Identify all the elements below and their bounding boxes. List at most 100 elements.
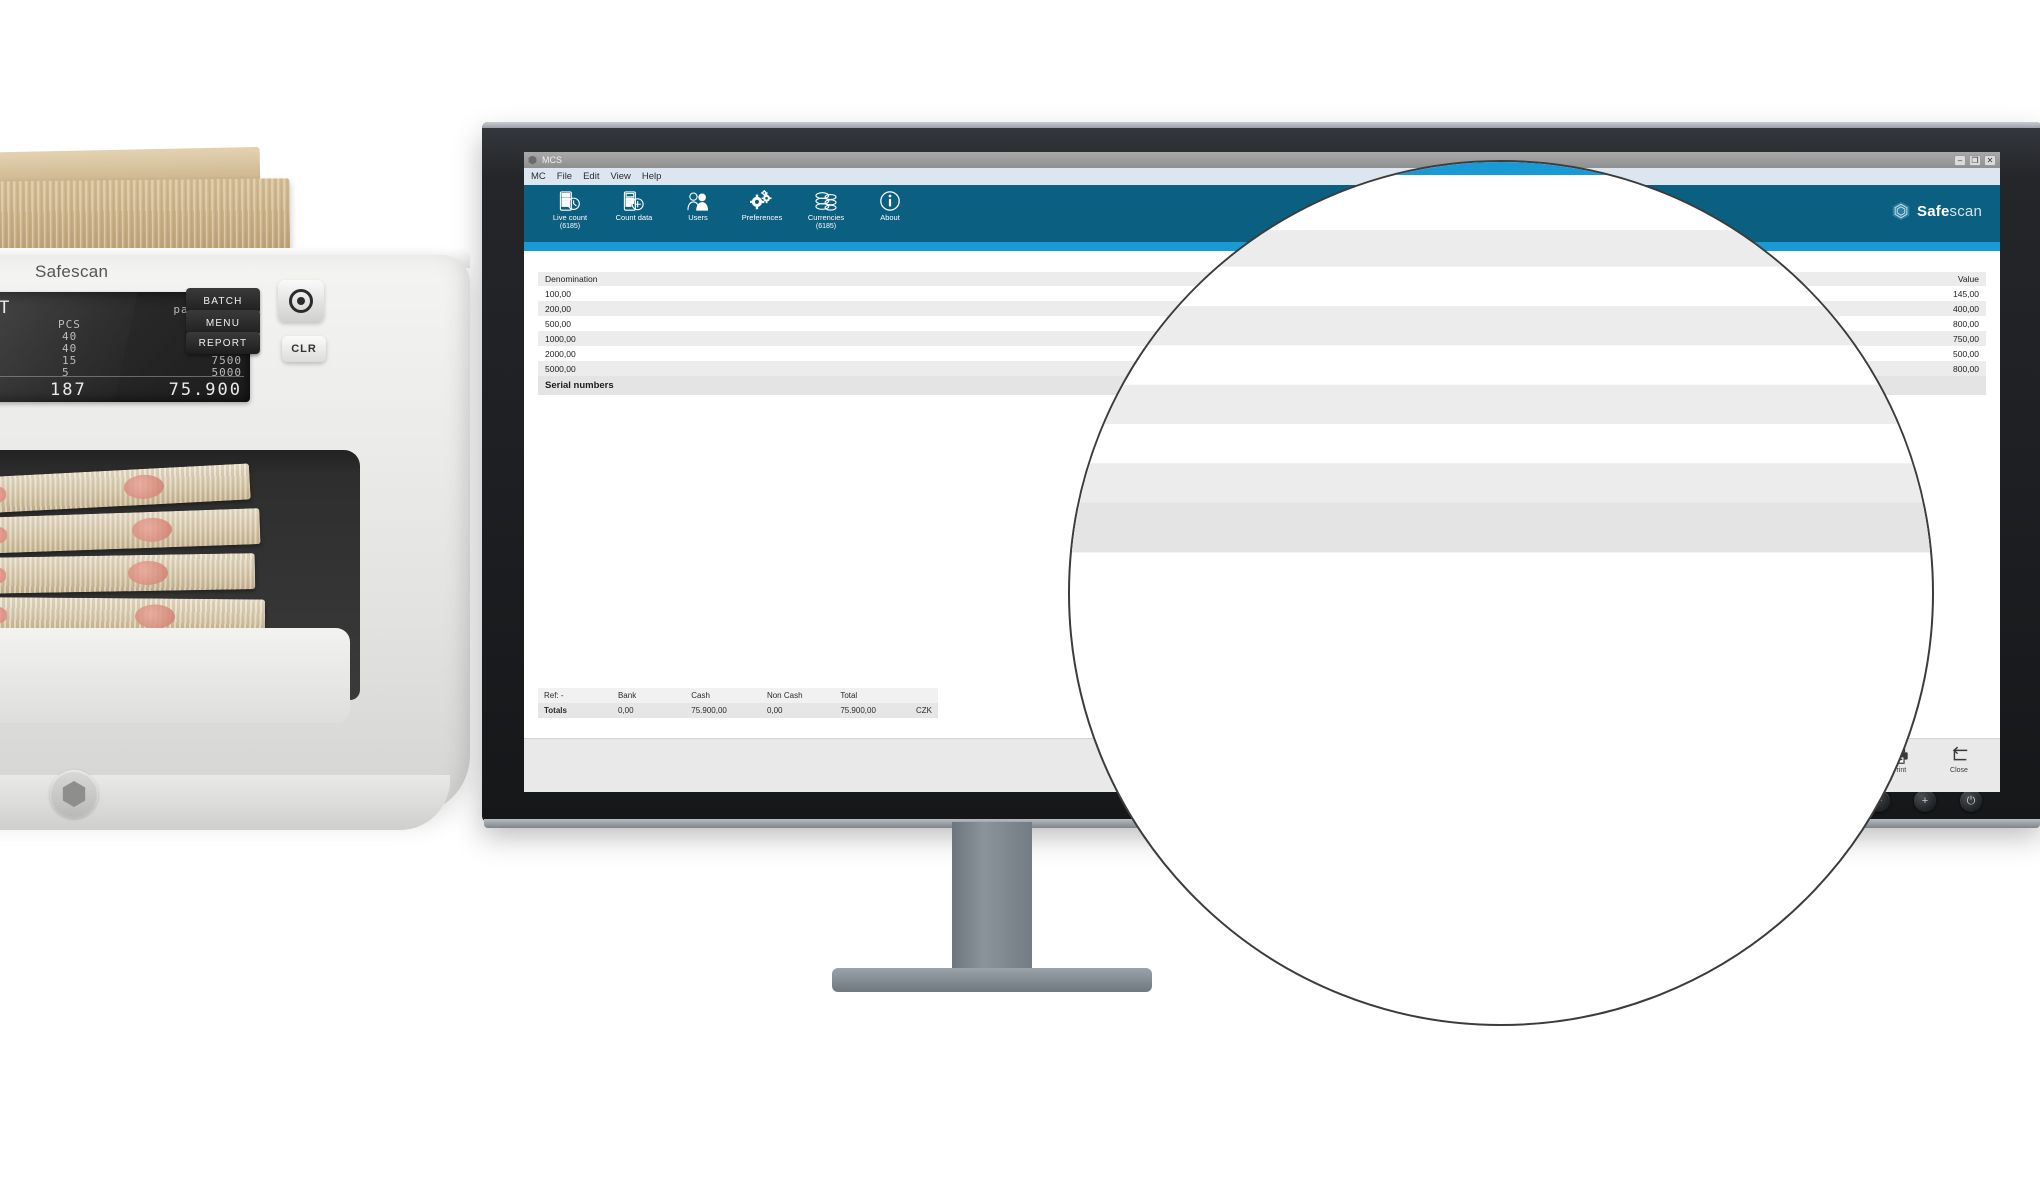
lcd-row-pcs-2: 15 bbox=[62, 354, 78, 367]
cell-denomination: 1000,00 bbox=[1070, 384, 1932, 424]
machine-hex-logo-icon bbox=[50, 770, 98, 818]
currencies-coins-icon bbox=[814, 190, 838, 212]
menu-item-view[interactable]: View bbox=[610, 171, 630, 182]
lcd-row-pcs-1: 40 bbox=[62, 342, 78, 355]
machine-brand-bold: Safe bbox=[35, 262, 72, 281]
monitor-stand-neck bbox=[952, 822, 1032, 972]
ribbon-label-currencies: Currencies bbox=[807, 213, 845, 222]
window-controls[interactable]: – ❐ ✕ bbox=[1954, 154, 1996, 166]
mag-banknotes-table: Banknotes 133 75.900 Denomination Quanti… bbox=[1070, 185, 1932, 553]
machine-brand-logo: Safescan bbox=[35, 262, 108, 282]
table-row[interactable]: 100,00 29 145,00 bbox=[1070, 266, 1932, 307]
monitor-top-edge bbox=[482, 122, 2040, 128]
ribbon-sub-live-count: (6185) bbox=[559, 223, 581, 230]
table-row[interactable]: 2000,00 5 500,00 bbox=[1070, 424, 1932, 464]
table-row[interactable]: 500,00 40 800,00 bbox=[1070, 345, 1932, 385]
preferences-gears-icon bbox=[750, 190, 774, 212]
mag-main-content: Banknotes 133 75.900 Denomination Quanti… bbox=[1070, 175, 1932, 553]
banknote-stack bbox=[0, 553, 256, 595]
totals-total-value: 75.900,00 bbox=[834, 703, 910, 718]
close-label: Close bbox=[1950, 767, 1968, 774]
totals-panel: Ref: - Bank Cash Non Cash Total Totals 0… bbox=[538, 688, 938, 718]
count-data-icon bbox=[623, 190, 645, 212]
cell-denomination: 500,00 bbox=[1070, 345, 1932, 385]
window-title: MCS bbox=[542, 155, 562, 165]
menu-item-mc[interactable]: MC bbox=[531, 171, 546, 182]
table-row[interactable]: 5000,00 4 800,00 bbox=[1070, 463, 1932, 503]
totals-values-row: Totals 0,00 75.900,00 0,00 75.900,00 CZK bbox=[538, 703, 938, 718]
live-count-icon bbox=[559, 190, 581, 212]
lcd-total-value: 75.900 bbox=[168, 380, 242, 400]
ribbon-button-preferences[interactable]: Preferences bbox=[730, 190, 794, 223]
menu-item-edit[interactable]: Edit bbox=[583, 171, 599, 182]
close-button-action[interactable]: Close bbox=[1940, 744, 1978, 774]
cell-denomination: 5000,00 bbox=[1070, 463, 1932, 503]
ribbon-label-count-data: Count data bbox=[615, 213, 653, 222]
totals-bank-value: 0,00 bbox=[611, 703, 686, 718]
app-hex-logo-icon bbox=[528, 155, 537, 165]
machine-front-tray bbox=[0, 628, 350, 723]
lcd-total-pcs: 187 bbox=[50, 380, 87, 400]
lcd-row-pcs-0: 40 bbox=[62, 330, 78, 343]
table-row[interactable]: 200,00 40 400,00 bbox=[1070, 306, 1932, 346]
mag-serial-numbers-section[interactable]: Serial numbers bbox=[1070, 502, 1932, 553]
ribbon-label-live-count: Live count bbox=[552, 213, 588, 222]
totals-ref-label: Ref: - bbox=[538, 688, 612, 703]
mag-banknotes-column-headers: Denomination Quantity Value bbox=[1070, 230, 1932, 267]
machine-clr-button[interactable]: CLR bbox=[282, 336, 326, 362]
ribbon-button-about[interactable]: About bbox=[858, 190, 922, 223]
screenshot-stage: Safescan REPORT page: 2/2 DEN PCS VALUE … bbox=[0, 0, 2040, 1200]
users-icon bbox=[686, 190, 710, 212]
lcd-report-title: REPORT bbox=[0, 298, 12, 318]
cell-denomination: 2000,00 bbox=[1070, 424, 1932, 464]
ribbon-label-about: About bbox=[880, 213, 900, 222]
magnified-app-view: MCS MC File Edit View Help bbox=[1070, 162, 1932, 1024]
mag-banknotes-summary-header: Banknotes 133 75.900 bbox=[1070, 185, 1932, 231]
brand-light: scan bbox=[1949, 202, 1982, 220]
menu-item-file[interactable]: File bbox=[557, 171, 572, 182]
close-button[interactable]: ✕ bbox=[1984, 154, 1996, 166]
table-row[interactable]: 1000,00 15 750,00 bbox=[1070, 384, 1932, 424]
close-back-arrow-icon bbox=[1952, 746, 1968, 761]
info-icon bbox=[879, 190, 901, 212]
ribbon-sub-currencies: (6185) bbox=[815, 223, 837, 230]
minimize-button[interactable]: – bbox=[1954, 154, 1966, 166]
banknote-stack bbox=[0, 508, 261, 556]
machine-brand-light: scan bbox=[71, 262, 109, 281]
mag-banknotes-title: Banknotes bbox=[1070, 185, 1932, 231]
ribbon-button-count-data[interactable]: Count data bbox=[602, 190, 666, 223]
ribbon-label-users: Users bbox=[688, 213, 708, 222]
machine-report-button[interactable]: REPORT bbox=[186, 332, 260, 354]
totals-col-total: Total bbox=[834, 688, 910, 703]
menu-item-help[interactable]: Help bbox=[642, 171, 662, 182]
banknote-stack bbox=[0, 463, 251, 517]
cell-denomination: 200,00 bbox=[1070, 306, 1932, 346]
ribbon-button-live-count[interactable]: Live count (6185) bbox=[538, 190, 602, 231]
magnifier-loupe: MCS MC File Edit View Help bbox=[1068, 160, 1934, 1026]
totals-cash-value: 75.900,00 bbox=[685, 703, 761, 718]
totals-col-currency-spacer bbox=[910, 688, 938, 703]
totals-col-bank: Bank bbox=[611, 688, 686, 703]
lcd-divider bbox=[0, 376, 244, 377]
machine-start-button[interactable] bbox=[278, 280, 324, 322]
ribbon-label-preferences: Preferences bbox=[741, 213, 783, 222]
totals-table: Ref: - Bank Cash Non Cash Total Totals 0… bbox=[538, 688, 938, 718]
cell-denomination: 100,00 bbox=[1070, 266, 1932, 307]
mag-accent-strip bbox=[1070, 162, 1932, 176]
totals-header-row: Ref: - Bank Cash Non Cash Total bbox=[538, 688, 938, 703]
lcd-col-pcs: PCS bbox=[58, 318, 81, 331]
osd-button-power[interactable]: ⏻ bbox=[1960, 790, 1982, 812]
totals-currency: CZK bbox=[910, 703, 938, 718]
lcd-row-pcs-3: 5 bbox=[62, 366, 70, 379]
mag-serial-numbers-label: Serial numbers bbox=[1070, 502, 1932, 553]
ribbon-button-currencies[interactable]: Currencies (6185) bbox=[794, 190, 858, 231]
totals-row-label: Totals bbox=[538, 703, 612, 718]
start-ring-icon bbox=[289, 289, 313, 313]
totals-noncash-value: 0,00 bbox=[760, 703, 835, 718]
totals-col-noncash: Non Cash bbox=[760, 688, 835, 703]
lcd-row-val-3: 5000 bbox=[211, 366, 242, 379]
totals-col-cash: Cash bbox=[685, 688, 761, 703]
ribbon-button-users[interactable]: Users bbox=[666, 190, 730, 223]
maximize-button[interactable]: ❐ bbox=[1969, 154, 1981, 166]
mag-column-header-denomination: Denomination bbox=[1070, 230, 1932, 267]
